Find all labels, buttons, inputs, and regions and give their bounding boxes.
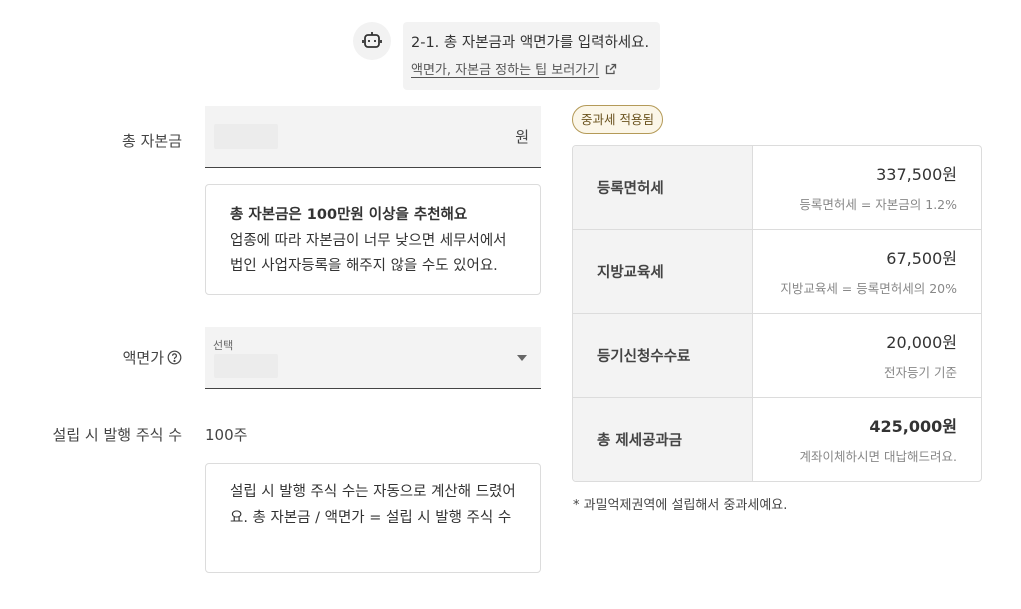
par-value-label: 액면가 bbox=[123, 347, 182, 368]
fee-table: 등록면허세 337,500원 등록면허세 = 자본금의 1.2% 지방교육세 6… bbox=[572, 145, 982, 482]
fee-amount: 67,500원 bbox=[886, 249, 957, 268]
fee-name: 지방교육세 bbox=[573, 230, 753, 313]
fee-name: 등록면허세 bbox=[573, 146, 753, 229]
shares-info-card: 설립 시 발행 주식 수는 자동으로 계산해 드렸어요. 총 자본금 / 액면가… bbox=[205, 463, 541, 573]
fee-amount: 337,500원 bbox=[876, 165, 957, 184]
fee-value-cell: 337,500원 등록면허세 = 자본금의 1.2% bbox=[753, 146, 981, 229]
par-value-selected bbox=[214, 354, 278, 378]
robot-avatar bbox=[353, 22, 391, 60]
question-circle-icon[interactable] bbox=[167, 350, 182, 365]
par-value-select-caption: 선택 bbox=[213, 339, 234, 352]
robot-icon bbox=[362, 32, 382, 48]
fee-note: 전자등기 기준 bbox=[884, 365, 957, 380]
shares-value: 100주 bbox=[205, 426, 248, 444]
fee-note: 계좌이체하시면 대납해드려요. bbox=[799, 449, 957, 464]
fee-value-cell: 20,000원 전자등기 기준 bbox=[753, 314, 981, 397]
external-link-icon bbox=[605, 63, 617, 74]
par-value-label-text: 액면가 bbox=[122, 349, 164, 367]
fee-total-row: 총 제세공과금 425,000원 계좌이체하시면 대납해드려요. bbox=[573, 398, 981, 481]
capital-input-value bbox=[214, 124, 278, 149]
chat-bubble: 2-1. 총 자본금과 액면가를 입력하세요. 액면가, 자본금 정하는 팁 보… bbox=[403, 22, 660, 90]
heavy-tax-badge: 중과세 적용됨 bbox=[572, 105, 663, 134]
fee-row: 지방교육세 67,500원 지방교육세 = 등록면허세의 20% bbox=[573, 230, 981, 314]
capital-tip-title: 총 자본금은 100만원 이상을 추천해요 bbox=[230, 207, 468, 223]
footnote: * 과밀억제권역에 설립해서 중과세예요. bbox=[573, 498, 788, 513]
fee-row: 등기신청수수료 20,000원 전자등기 기준 bbox=[573, 314, 981, 398]
capital-unit: 원 bbox=[515, 128, 529, 146]
shares-label: 설립 시 발행 주식 수 bbox=[52, 426, 182, 444]
fee-amount: 20,000원 bbox=[886, 333, 957, 352]
fee-value-cell: 425,000원 계좌이체하시면 대납해드려요. bbox=[753, 398, 981, 481]
fee-value-cell: 67,500원 지방교육세 = 등록면허세의 20% bbox=[753, 230, 981, 313]
chat-message: 2-1. 총 자본금과 액면가를 입력하세요. bbox=[411, 35, 650, 51]
fee-note: 지방교육세 = 등록면허세의 20% bbox=[780, 281, 957, 296]
fee-name: 등기신청수수료 bbox=[573, 314, 753, 397]
par-value-select[interactable]: 선택 bbox=[205, 327, 541, 389]
tips-link-label: 액면가, 자본금 정하는 팁 보러가기 bbox=[411, 63, 600, 78]
chevron-down-icon bbox=[517, 355, 527, 361]
tips-link[interactable]: 액면가, 자본금 정하는 팁 보러가기 bbox=[411, 59, 617, 78]
fee-note: 등록면허세 = 자본금의 1.2% bbox=[799, 197, 957, 212]
fee-total-name: 총 제세공과금 bbox=[573, 398, 753, 481]
capital-tip-card: 총 자본금은 100만원 이상을 추천해요 업종에 따라 자본금이 너무 낮으면… bbox=[205, 184, 541, 295]
fee-total-amount: 425,000원 bbox=[869, 417, 957, 436]
capital-input[interactable]: 원 bbox=[205, 106, 541, 168]
capital-label: 총 자본금 bbox=[122, 132, 182, 150]
fee-row: 등록면허세 337,500원 등록면허세 = 자본금의 1.2% bbox=[573, 146, 981, 230]
capital-tip-body: 업종에 따라 자본금이 너무 낮으면 세무서에서 법인 사업자등록을 해주지 않… bbox=[230, 232, 507, 275]
